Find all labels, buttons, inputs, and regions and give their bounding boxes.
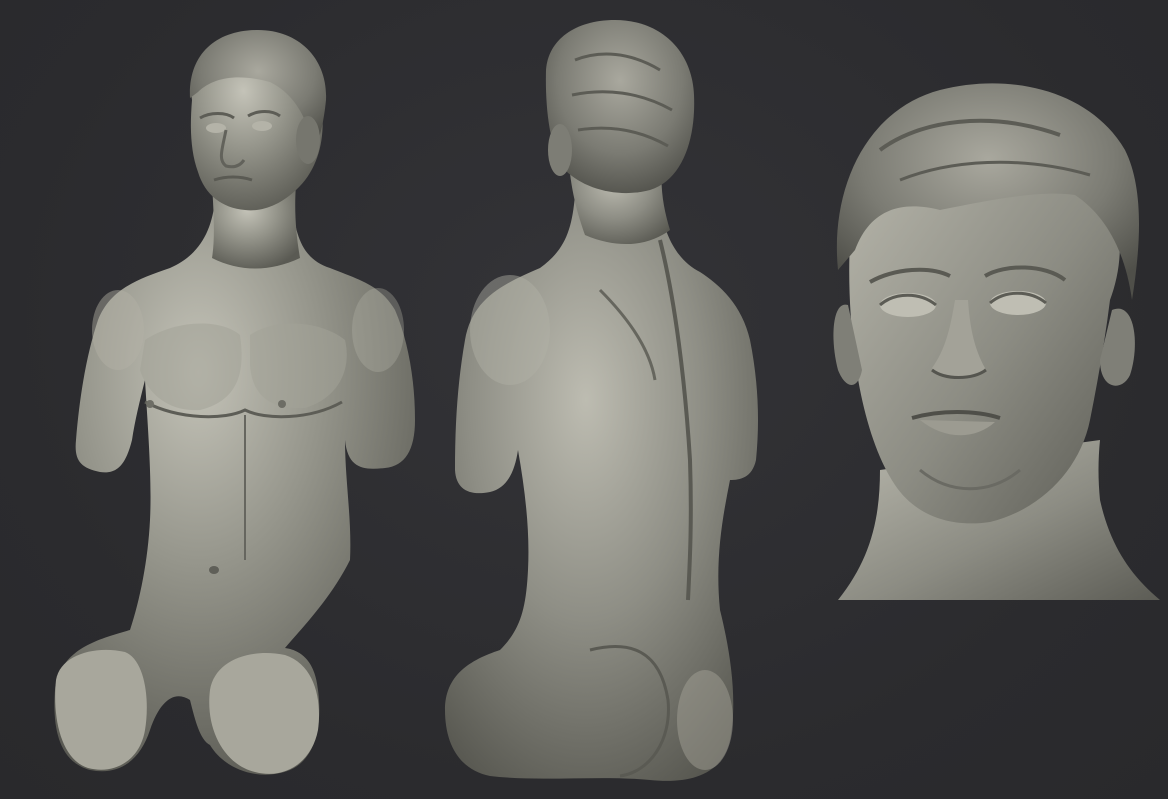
front-ear — [296, 116, 320, 164]
head-closeup-view — [833, 83, 1160, 600]
front-torso-view — [54, 30, 415, 775]
back-ear — [548, 124, 572, 176]
back-torso-view — [445, 20, 758, 781]
sculpt-render — [54, 20, 1160, 781]
sculpt-viewport[interactable] — [0, 0, 1168, 799]
